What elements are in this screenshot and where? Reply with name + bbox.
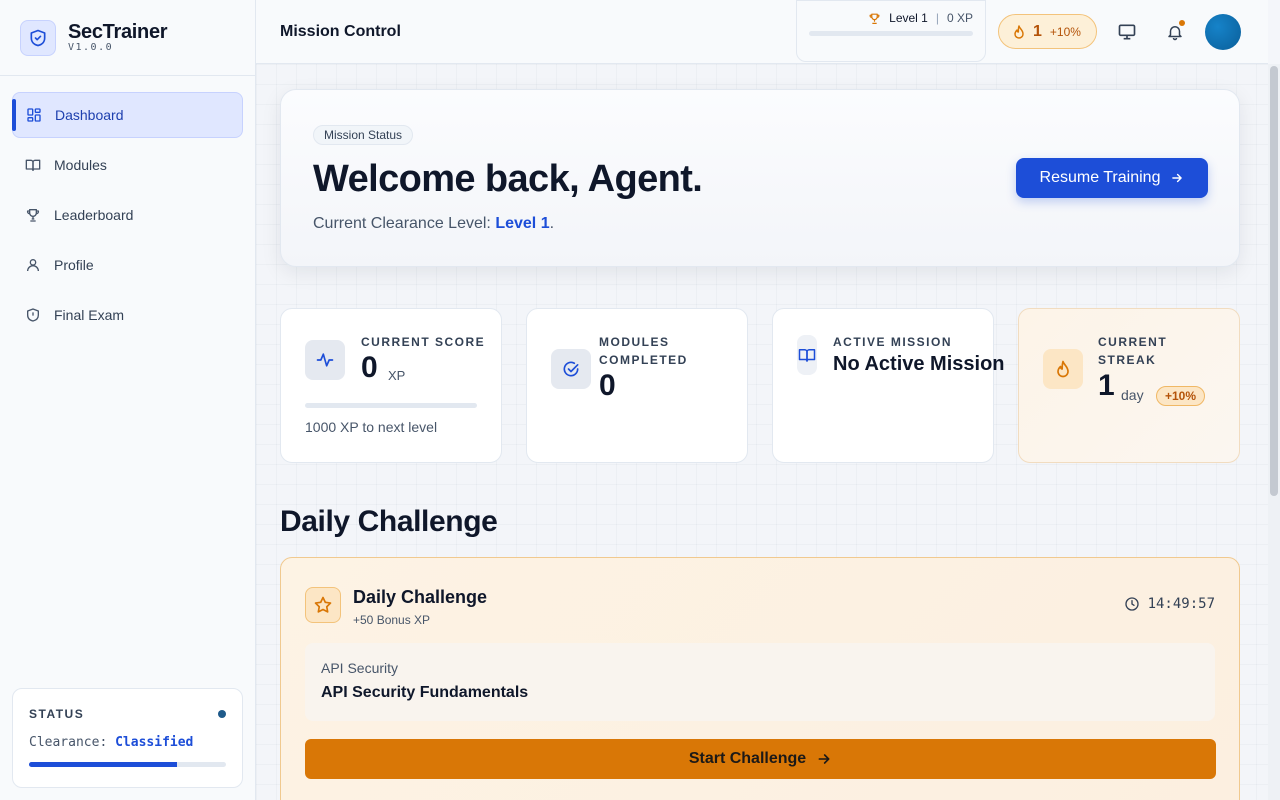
stat-label: ACTIVE MISSION: [833, 335, 953, 349]
clearance-subtitle: Current Clearance Level: Level 1.: [313, 215, 554, 233]
level-label: Level 1: [889, 11, 928, 25]
clearance-label: Clearance:: [29, 735, 108, 750]
daily-challenge-card: Daily Challenge +50 Bonus XP 14:49:57 AP…: [280, 557, 1240, 800]
daily-challenge-title: Daily Challenge: [353, 587, 488, 607]
flame-icon: [1011, 24, 1027, 40]
dashboard-icon: [25, 106, 43, 124]
xp-progress: [305, 403, 477, 408]
stat-label: MODULES COMPLETED: [599, 333, 688, 369]
activity-icon: [305, 340, 345, 380]
stat-card-mission: ACTIVE MISSION No Active Mission: [772, 308, 1005, 463]
streak-bonus: +10%: [1049, 24, 1081, 39]
stat-label-line: MODULES: [599, 335, 670, 349]
level-indicator[interactable]: Level 1 | 0 XP: [796, 0, 986, 62]
sidebar: SecTrainer V1.0.0 Dashboard Modules Lead…: [0, 0, 256, 800]
app-version: V1.0.0: [68, 42, 114, 53]
streak-count: 1: [1033, 22, 1042, 40]
score-unit: XP: [388, 368, 406, 383]
trophy-icon: [868, 12, 881, 25]
sidebar-item-label: Final Exam: [54, 307, 125, 323]
sidebar-item-label: Dashboard: [55, 107, 124, 123]
star-icon: [305, 587, 341, 623]
clearance-level: Level 1: [495, 215, 550, 232]
sidebar-item-dashboard[interactable]: Dashboard: [12, 92, 243, 138]
app-name: SecTrainer: [68, 21, 168, 43]
sidebar-nav: Dashboard Modules Leaderboard Profile Fi…: [0, 76, 255, 338]
sidebar-item-final-exam[interactable]: Final Exam: [12, 292, 243, 338]
book-icon: [24, 156, 42, 174]
stat-card-streak: CURRENT STREAK 1 day +10%: [1018, 308, 1240, 463]
main-scrollbar[interactable]: [1268, 64, 1280, 800]
clearance-prefix: Current Clearance Level:: [313, 215, 491, 232]
stat-label: CURRENT SCORE: [361, 335, 486, 349]
xp-to-next: 1000 XP to next level: [305, 419, 438, 435]
streak-unit: day: [1121, 387, 1144, 403]
top-header: Mission Control Level 1 | 0 XP 1 +10%: [256, 0, 1268, 64]
resume-training-button[interactable]: Resume Training: [1016, 158, 1208, 198]
status-title: STATUS: [29, 707, 85, 721]
mission-status-card: Mission Status Welcome back, Agent. Curr…: [280, 89, 1240, 267]
level-progress: [809, 31, 973, 36]
start-challenge-button[interactable]: Start Challenge: [305, 739, 1216, 779]
welcome-heading: Welcome back, Agent.: [313, 158, 703, 200]
xp-label: 0 XP: [946, 11, 973, 25]
timer-value: 14:49:57: [1147, 596, 1215, 612]
stat-card-modules: MODULES COMPLETED 0: [526, 308, 748, 463]
user-icon: [24, 256, 42, 274]
stat-label-line: CURRENT: [1098, 335, 1168, 349]
shield-icon: [24, 306, 42, 324]
active-mission-value: No Active Mission: [833, 353, 1005, 375]
clearance-progress-fill: [29, 762, 177, 767]
flame-icon: [1043, 349, 1083, 389]
sidebar-item-profile[interactable]: Profile: [12, 242, 243, 288]
sidebar-item-label: Leaderboard: [54, 207, 134, 223]
page-title: Mission Control: [280, 23, 401, 40]
status-indicator: [218, 710, 226, 718]
main-content: Mission Status Welcome back, Agent. Curr…: [256, 64, 1268, 800]
streak-pill[interactable]: 1 +10%: [998, 14, 1097, 49]
divider: |: [935, 11, 939, 25]
clearance-value: Classified: [115, 735, 194, 750]
challenge-timer: 14:49:57: [1124, 596, 1215, 612]
daily-challenge-heading: Daily Challenge: [280, 505, 498, 538]
clearance-progress: [29, 762, 226, 767]
daily-challenge-bonus: +50 Bonus XP: [353, 613, 431, 627]
modules-value: 0: [599, 369, 616, 402]
bell-icon[interactable]: [1163, 20, 1187, 44]
streak-bonus-badge: +10%: [1156, 386, 1206, 406]
shield-logo-icon: [20, 19, 56, 56]
resume-training-label: Resume Training: [1039, 169, 1161, 186]
monitor-icon[interactable]: [1115, 20, 1139, 44]
stat-label: CURRENT STREAK: [1098, 333, 1167, 369]
challenge-name: API Security Fundamentals: [321, 684, 529, 701]
streak-value: 1: [1098, 369, 1115, 402]
mission-status-chip: Mission Status: [313, 125, 414, 145]
clearance-line: Clearance: Classified: [29, 735, 226, 750]
book-open-icon: [797, 335, 817, 375]
start-challenge-label: Start Challenge: [688, 750, 807, 767]
trophy-icon: [24, 206, 42, 224]
brand[interactable]: SecTrainer V1.0.0: [0, 0, 255, 76]
scrollbar-thumb[interactable]: [1270, 66, 1278, 496]
status-card: STATUS Clearance: Classified: [12, 688, 243, 788]
sidebar-item-label: Profile: [54, 257, 94, 273]
stat-label-line: COMPLETED: [599, 353, 688, 367]
score-value: 0: [361, 351, 378, 384]
sidebar-item-leaderboard[interactable]: Leaderboard: [12, 192, 243, 238]
notification-dot: [1179, 20, 1185, 26]
challenge-category: API Security: [321, 660, 399, 676]
arrow-right-icon: [1170, 171, 1184, 185]
stat-card-score: CURRENT SCORE 0 XP 1000 XP to next level: [280, 308, 502, 463]
avatar[interactable]: [1205, 14, 1241, 50]
challenge-details: API Security API Security Fundamentals: [305, 643, 1215, 721]
sidebar-item-label: Modules: [54, 157, 107, 173]
arrow-right-icon: [816, 751, 832, 767]
clearance-suffix: .: [549, 215, 555, 232]
stat-label-line: STREAK: [1098, 353, 1157, 367]
check-circle-icon: [551, 349, 591, 389]
clock-icon: [1124, 596, 1140, 612]
sidebar-item-modules[interactable]: Modules: [12, 142, 243, 188]
